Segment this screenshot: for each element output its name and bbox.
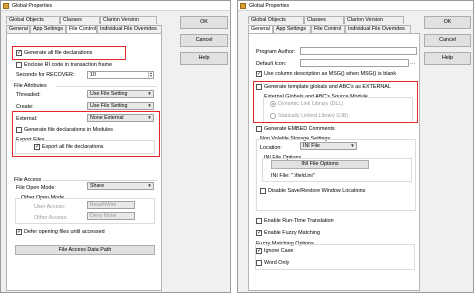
app-icon (240, 3, 246, 9)
highlight-external-export (12, 111, 160, 157)
tab-clarion-version[interactable]: Clarion Version (100, 16, 157, 24)
use-column-desc-checkbox[interactable] (256, 71, 262, 77)
user-access-label: User Access: (34, 204, 66, 210)
program-author-label: Program Author: (256, 49, 296, 55)
right-window-title: Global Properties (249, 3, 290, 9)
gen-embed-checkbox[interactable] (256, 126, 262, 132)
tab-file-control[interactable]: File Control (66, 25, 97, 33)
app-icon (3, 3, 9, 9)
program-author-input[interactable] (300, 47, 417, 55)
cancel-button[interactable]: Cancel (180, 34, 228, 47)
tab-classes[interactable]: Classes (304, 16, 344, 24)
threaded-select[interactable]: Use File Setting ▼ (87, 90, 154, 98)
right-title-bar: Global Properties (238, 1, 473, 11)
user-access-value: Read/Write (90, 202, 117, 208)
word-only-checkbox[interactable] (256, 260, 262, 266)
other-access-value: Deny None (90, 213, 117, 219)
tab-individual-file-overrides[interactable]: Individual File Overrides (345, 25, 411, 33)
tab-individual-file-overrides[interactable]: Individual File Overrides (97, 25, 162, 33)
seconds-label: Seconds for RECOVER: (16, 72, 75, 78)
word-only-label: Word Only (264, 260, 290, 266)
enclose-ri-label: Enclose RI code in transaction frame (24, 62, 113, 68)
use-column-desc-label: Use column description as MSG() when MSG… (264, 71, 397, 77)
chevron-down-icon: ▼ (350, 143, 355, 148)
threaded-value: Use File Setting (90, 91, 128, 97)
ini-file-options-button[interactable]: INI File Options (271, 160, 369, 169)
threaded-label: Threaded: (16, 92, 41, 98)
tab-clarion-version[interactable]: Clarion Version (344, 16, 404, 24)
help-button[interactable]: Help (424, 52, 471, 65)
file-attributes-separator (56, 86, 157, 87)
enable-runtime-label: Enable Run-Time Translation (264, 218, 334, 224)
file-attributes-heading: File Attributes (14, 83, 47, 89)
help-button[interactable]: Help (180, 52, 228, 65)
tab-general[interactable]: General (248, 25, 273, 33)
cancel-button[interactable]: Cancel (424, 34, 471, 47)
defer-opening-checkbox[interactable] (16, 229, 22, 235)
ok-button[interactable]: OK (180, 16, 228, 29)
location-value: INI File (303, 143, 320, 149)
file-open-mode-value: Share (90, 183, 105, 189)
tab-global-objects[interactable]: Global Objects (248, 16, 304, 24)
create-label: Create: (16, 104, 34, 110)
enable-runtime-checkbox[interactable] (256, 218, 262, 224)
highlight-generate-all (12, 46, 126, 60)
location-label: Location: (260, 145, 282, 151)
enable-fuzzy-checkbox[interactable] (256, 230, 262, 236)
disable-save-checkbox[interactable] (260, 188, 266, 194)
highlight-template-globals (253, 81, 418, 123)
tab-app-settings[interactable]: App Settings (273, 25, 311, 33)
tab-classes[interactable]: Classes (60, 16, 100, 24)
left-title-bar: Global Properties (1, 1, 230, 11)
left-window-title: Global Properties (12, 3, 53, 9)
ignore-case-label: Ignore Case (264, 248, 294, 254)
file-access-heading: File Access (14, 177, 42, 183)
enable-fuzzy-label: Enable Fuzzy Matching (264, 230, 321, 236)
tab-global-objects[interactable]: Global Objects (6, 16, 60, 24)
chevron-down-icon: ▼ (147, 183, 152, 188)
user-access-select[interactable]: Read/Write (87, 201, 135, 209)
seconds-input[interactable]: 10 ▲ ▼ (87, 71, 154, 79)
default-icon-label: Default Icon: (256, 61, 287, 67)
disable-save-label: Disable Save/Restore Window Locations (268, 188, 366, 194)
ini-file-text: INI File: ".\field.ini" (271, 173, 315, 179)
ignore-case-checkbox[interactable] (256, 248, 262, 254)
other-access-select[interactable]: Deny None (87, 212, 135, 220)
browse-icon[interactable]: … (410, 60, 415, 66)
ok-button[interactable]: OK (424, 16, 471, 29)
spin-arrows-icon[interactable]: ▲ ▼ (148, 72, 153, 78)
create-value: Use File Setting (90, 103, 128, 109)
other-access-label: Other Access: (34, 215, 68, 221)
file-open-mode-select[interactable]: Share ▼ (87, 182, 154, 190)
chevron-down-icon: ▼ (147, 103, 152, 108)
file-access-data-path-button[interactable]: File Access Data Path (15, 245, 155, 255)
defer-opening-label: Defer opening files until accessed (24, 229, 105, 235)
file-open-mode-label: File Open Mode: (16, 185, 56, 191)
default-icon-input[interactable] (300, 59, 409, 67)
left-dialog: Global Properties Global Objects Classes… (0, 0, 231, 293)
right-dialog: Global Properties Global Objects Classes… (237, 0, 474, 293)
tab-app-settings[interactable]: App Settings (30, 25, 66, 33)
chevron-down-icon: ▼ (147, 91, 152, 96)
file-access-separator (43, 180, 157, 181)
gen-embed-label: Generate EMBED Comments (264, 126, 335, 132)
location-select[interactable]: INI File ▼ (300, 142, 357, 150)
tab-file-control[interactable]: File Control (311, 25, 345, 33)
tab-general[interactable]: General (6, 25, 30, 33)
create-select[interactable]: Use File Setting ▼ (87, 102, 154, 110)
enclose-ri-checkbox[interactable] (16, 62, 22, 68)
seconds-value: 10 (90, 72, 96, 78)
